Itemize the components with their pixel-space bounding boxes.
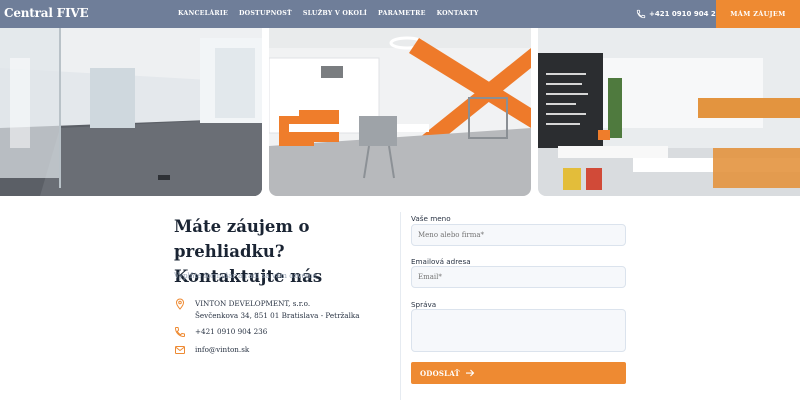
message-field[interactable] bbox=[411, 309, 626, 352]
menu-item-parametre[interactable]: PARAMETRE bbox=[378, 10, 426, 17]
header-phone-text: +421 0910 904 236 bbox=[649, 10, 726, 18]
menu-item-kontakty[interactable]: KONTAKTY bbox=[437, 10, 479, 17]
location-pin-icon bbox=[175, 298, 185, 310]
top-navbar: Central FIVE KANCELÁRIE DOSTUPNOSŤ SLUŽB… bbox=[0, 0, 800, 28]
name-field[interactable] bbox=[411, 224, 626, 246]
menu-item-sluzby[interactable]: SLUŽBY V OKOLÍ bbox=[303, 10, 367, 17]
name-label: Vaše meno bbox=[411, 214, 451, 223]
menu-item-dostupnost[interactable]: DOSTUPNOSŤ bbox=[239, 10, 292, 17]
email-field[interactable] bbox=[411, 266, 626, 288]
company-name: VINTON DEVELOPMENT, s.r.o. bbox=[195, 299, 311, 308]
office-photo-cafe bbox=[538, 28, 800, 196]
contact-email[interactable]: info@vinton.sk bbox=[174, 344, 249, 356]
header-phone-link[interactable]: +421 0910 904 236 bbox=[636, 9, 726, 19]
email-label: Emailová adresa bbox=[411, 257, 471, 266]
envelope-icon bbox=[175, 346, 185, 354]
arrow-right-icon bbox=[465, 369, 475, 377]
contact-address: VINTON DEVELOPMENT, s.r.o. Ševčenkova 34… bbox=[174, 298, 360, 322]
contact-subtitle: Vyplňte formulár a radi sa vám ozveme bbox=[174, 271, 317, 280]
interest-button[interactable]: MÁM ZÁUJEM bbox=[716, 0, 800, 28]
office-photo-gallery bbox=[0, 28, 800, 196]
office-photo-kitchen bbox=[269, 28, 531, 196]
contact-phone[interactable]: +421 0910 904 236 bbox=[174, 326, 267, 338]
submit-button[interactable]: ODOSLAŤ bbox=[411, 362, 626, 384]
brand-logo[interactable]: Central FIVE bbox=[4, 6, 89, 20]
contact-email-text: info@vinton.sk bbox=[195, 345, 250, 354]
section-divider bbox=[400, 212, 401, 400]
menu-item-kancelarie[interactable]: KANCELÁRIE bbox=[178, 10, 228, 17]
contact-phone-text: +421 0910 904 236 bbox=[195, 327, 268, 336]
submit-button-label: ODOSLAŤ bbox=[420, 368, 460, 378]
phone-icon bbox=[174, 327, 185, 338]
company-address: Ševčenkova 34, 851 01 Bratislava - Petrž… bbox=[195, 311, 360, 320]
message-label: Správa bbox=[411, 300, 437, 309]
main-menu: KANCELÁRIE DOSTUPNOSŤ SLUŽBY V OKOLÍ PAR… bbox=[178, 10, 490, 17]
phone-icon bbox=[636, 9, 646, 19]
office-photo-empty-space bbox=[0, 28, 262, 196]
contact-heading-line1: Máte záujem o prehliadku? bbox=[174, 217, 310, 261]
